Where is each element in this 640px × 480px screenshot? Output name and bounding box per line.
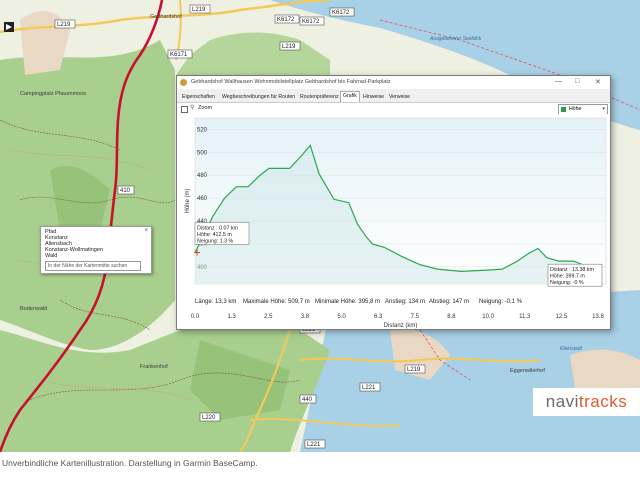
svg-text:L221: L221 (307, 442, 321, 448)
map-place-label: Eggenwilerhof (510, 368, 545, 374)
x-tick-label: 3.8 (301, 314, 310, 320)
graph-type-value: Höhe (569, 106, 582, 112)
tooltip-line: Höhe: 412.5 m (197, 232, 232, 238)
tooltip-line: Distanz : 0.07 km (197, 226, 239, 232)
svg-text:L220: L220 (202, 415, 216, 421)
road-number-badge: K6172 (274, 14, 300, 24)
tooltip-line: Neigung: 1.3 % (197, 239, 234, 245)
tab-wegbeschreibungen[interactable]: Wegbeschreibungen für Routen (220, 93, 297, 101)
profile-stat: Anstieg: 134 m (385, 299, 425, 305)
road-number-badge: L219 (54, 19, 76, 29)
svg-text:K6172: K6172 (302, 19, 320, 25)
road-number-badge: L219 (404, 364, 426, 374)
x-tick-label: 0.0 (191, 314, 200, 320)
svg-text:410: 410 (120, 188, 131, 194)
svg-text:L219: L219 (57, 22, 71, 28)
x-tick-label: 5.0 (337, 314, 346, 320)
x-tick-label: 2.5 (264, 314, 273, 320)
road-number-badge: K6172 (329, 7, 355, 17)
x-tick-label: 10.0 (482, 314, 494, 320)
x-axis-label: Distanz (km) (384, 323, 418, 329)
logo-part1: navi (545, 392, 579, 411)
tab-bar: Eigenschaften Wegbeschreibungen für Rout… (177, 91, 610, 102)
x-tick-label: 13.8 (592, 314, 604, 320)
chevron-down-icon: ▾ (602, 106, 605, 112)
y-axis-label: Höhe (m) (185, 188, 191, 213)
svg-text:K6172: K6172 (332, 10, 350, 16)
y-tick-label: 460 (197, 196, 208, 202)
chart-tooltip: Distanz : 0.07 kmHöhe: 412.5 mNeigung: 1… (194, 222, 250, 245)
map-place-label: Gebhardshof (150, 14, 182, 20)
tab-hinweise[interactable]: Hinweise (361, 93, 386, 101)
y-tick-label: 500 (197, 150, 208, 156)
x-tick-label: 8.8 (447, 314, 456, 320)
zoom-label: Zoom (198, 105, 213, 111)
maximize-button[interactable]: □ (575, 78, 579, 85)
tab-eigenschaften[interactable]: Eigenschaften (180, 93, 217, 101)
road-number-badge: K6171 (167, 49, 193, 59)
road-number-badge: L219 (189, 4, 211, 14)
series-color-swatch (561, 107, 566, 112)
road-number-badge: K6172 (299, 16, 325, 26)
popup-line: Wald (45, 253, 58, 259)
minimize-button[interactable]: — (555, 78, 562, 85)
profile-stat: Minimale Höhe: 395,8 m (315, 299, 380, 305)
road-number-badge: L221 (304, 439, 326, 449)
tab-grafik[interactable]: Grafik (340, 91, 360, 102)
chart-tooltip: Distanz : 13.38 kmHöhe: 399.7 mNeigung: … (547, 263, 603, 287)
x-tick-label: 7.5 (411, 314, 420, 320)
svg-text:L219: L219 (192, 7, 206, 13)
map-info-popup: × Pfad Konstanz Allensbach Konstanz-Woll… (40, 226, 152, 274)
profile-stat: Neigung: -0,1 % (479, 299, 523, 305)
x-tick-label: 11.3 (519, 314, 531, 320)
tooltip-line: Distanz : 13.38 km (550, 267, 594, 273)
window-title: Gebhardshof Wallhausen Wohnmobilstellpla… (191, 79, 391, 85)
map-place-label: Campingplatz Pfauenmoos (20, 91, 86, 97)
logo-part2: tracks (578, 392, 628, 411)
navitracks-logo: navi tracks (533, 388, 640, 416)
road-number-badge: L219 (279, 41, 301, 51)
profile-stat: Abstieg: 147 m (429, 299, 469, 305)
route-icon (180, 79, 187, 86)
map-place-label: Bodenwald (20, 306, 47, 312)
map-water-label: Ausgedehnter Seeblick (429, 36, 482, 42)
popup-close-icon[interactable]: × (144, 228, 148, 234)
profile-stat: Maximale Höhe: 509,7 m (243, 299, 310, 305)
y-tick-label: 480 (197, 173, 208, 179)
tab-verweise[interactable]: Verweise (387, 93, 412, 101)
tooltip-line: Neigung: -0 % (550, 280, 584, 286)
tooltip-line: Höhe: 399.7 m (550, 274, 585, 280)
svg-text:L221: L221 (362, 385, 376, 391)
road-number-badge: L220 (199, 412, 221, 422)
zoom-checkbox[interactable] (181, 106, 188, 113)
x-tick-label: 12.5 (556, 314, 568, 320)
road-number-badge: 440 (299, 394, 317, 404)
x-tick-label: 1.3 (227, 314, 236, 320)
map-place-label: Frankenhof (140, 364, 168, 370)
svg-text:K6171: K6171 (170, 52, 188, 58)
window-titlebar[interactable]: Gebhardshof Wallhausen Wohnmobilstellpla… (177, 76, 610, 89)
map-caption: Unverbindliche Kartenillustration. Darst… (2, 458, 258, 468)
road-number-badge: 410 (117, 185, 135, 195)
map-water-label: Kleinstadt (560, 346, 583, 352)
popup-search-input[interactable]: In der Nähe der Kartenmitte suchen (45, 261, 141, 271)
route-properties-window: Gebhardshof Wallhausen Wohnmobilstellpla… (176, 75, 611, 330)
elevation-profile-chart[interactable]: 4004204404604805005200.01.32.53.85.06.37… (177, 114, 610, 329)
close-button[interactable]: ✕ (595, 78, 601, 86)
road-number-badge: L221 (359, 382, 381, 392)
tab-routenpraeferenz[interactable]: Routenpräferenz (298, 93, 341, 101)
svg-text:L219: L219 (282, 44, 296, 50)
x-tick-label: 6.3 (374, 314, 383, 320)
y-tick-label: 520 (197, 127, 208, 133)
profile-stat: Länge: 13,3 km (195, 299, 236, 305)
svg-text:440: 440 (302, 397, 313, 403)
svg-text:K6172: K6172 (277, 17, 295, 23)
magnifier-icon: ⚲ (190, 105, 195, 111)
svg-text:L219: L219 (407, 367, 421, 373)
